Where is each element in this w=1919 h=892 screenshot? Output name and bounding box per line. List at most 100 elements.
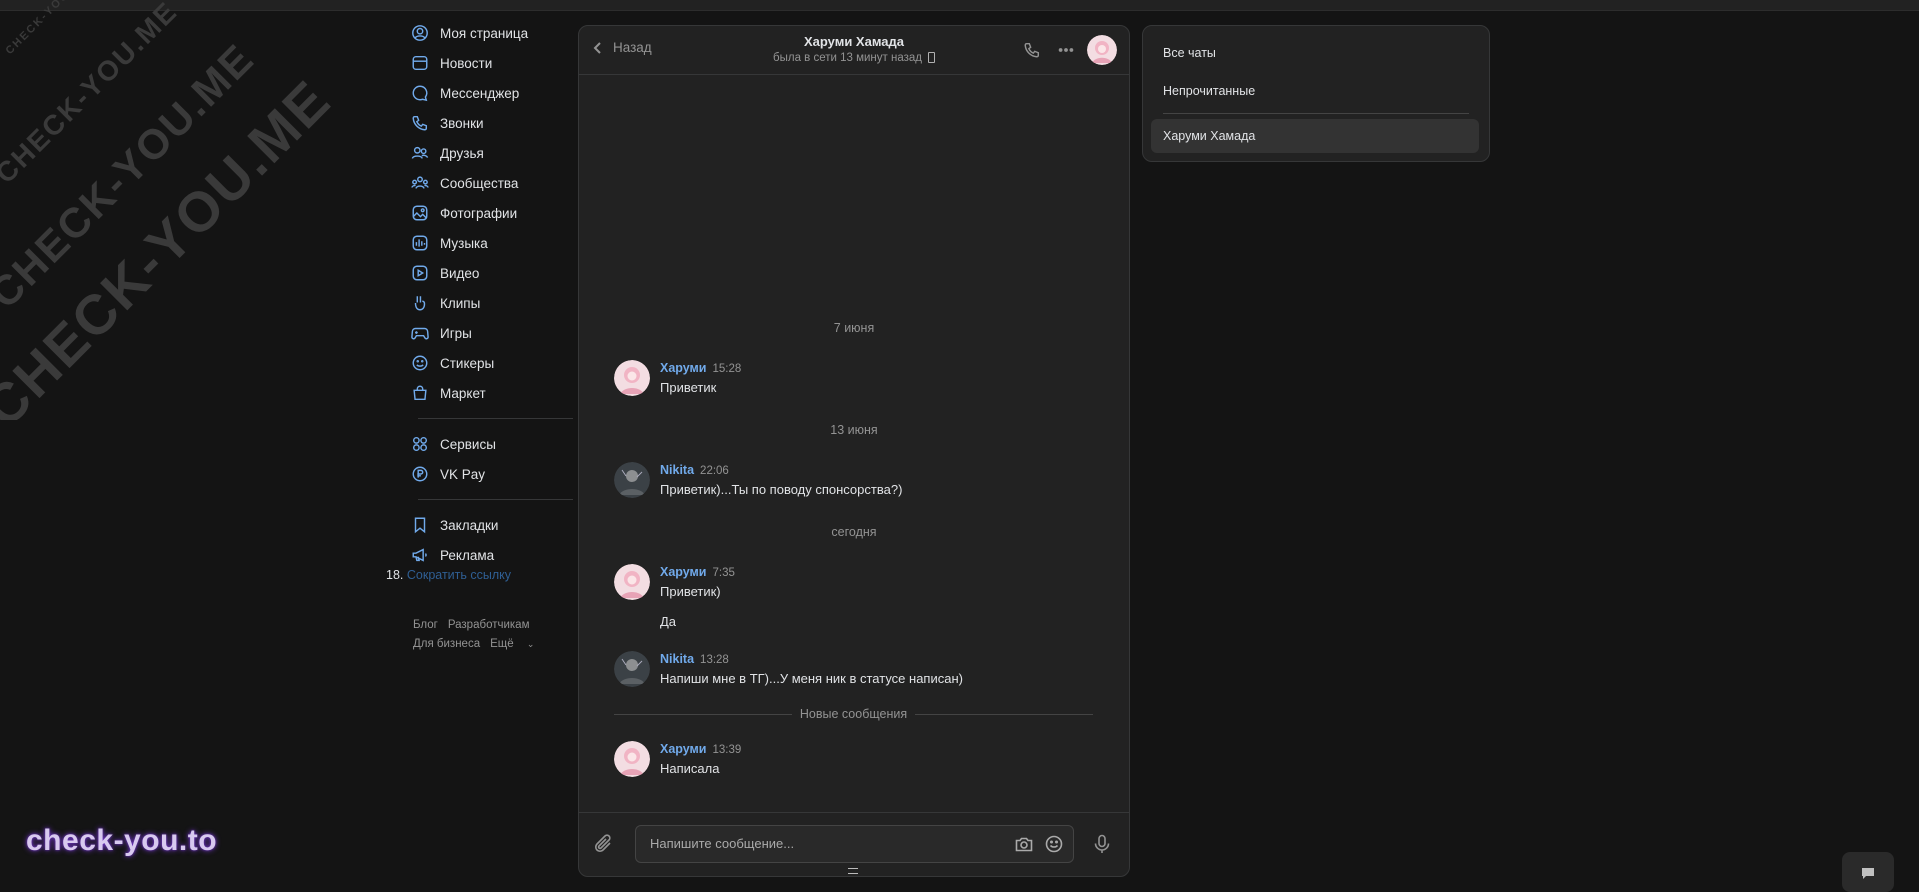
nav-bookmarks[interactable]: Закладки bbox=[410, 510, 570, 540]
top-bar bbox=[0, 0, 1919, 11]
avatar[interactable] bbox=[614, 462, 650, 498]
nav-friends[interactable]: Друзья bbox=[410, 138, 570, 168]
nav-label: Закладки bbox=[440, 517, 499, 533]
message-time: 13:39 bbox=[712, 744, 742, 756]
nav-label: Фотографии bbox=[440, 205, 518, 221]
message-author[interactable]: Харуми bbox=[660, 361, 706, 375]
message-group: Nikita 22:06 Приветик)...Ты по поводу спо… bbox=[614, 462, 1099, 498]
nav-label: Новости bbox=[440, 55, 493, 71]
news-icon bbox=[410, 53, 430, 73]
attach-button[interactable] bbox=[593, 833, 615, 858]
nav-messenger[interactable]: Мессенджер bbox=[410, 78, 570, 108]
shortlink-link[interactable]: Сократить ссылку bbox=[407, 568, 511, 582]
ruble-icon bbox=[410, 464, 430, 484]
avatar[interactable] bbox=[614, 564, 650, 600]
nav-photos[interactable]: Фотографии bbox=[410, 198, 570, 228]
watermark-text-4: CHECK-YOU.ME bbox=[0, 67, 343, 420]
message-author[interactable]: Харуми bbox=[660, 742, 706, 756]
nav-label: Друзья bbox=[440, 145, 484, 161]
nav-vkpay[interactable]: VK Pay bbox=[410, 459, 570, 489]
message-author[interactable]: Nikita bbox=[660, 463, 694, 477]
nav-label: Реклама bbox=[440, 547, 495, 563]
separator-line bbox=[915, 713, 1094, 715]
folder-peer-chat[interactable]: Харуми Хамада bbox=[1151, 119, 1479, 153]
folder-all-chats[interactable]: Все чаты bbox=[1151, 36, 1479, 70]
nav-stickers[interactable]: Стикеры bbox=[410, 348, 570, 378]
message-author[interactable]: Nikita bbox=[660, 652, 694, 666]
date-separator: 13 июня bbox=[830, 423, 878, 437]
smile-icon bbox=[1045, 835, 1063, 853]
peer-avatar[interactable] bbox=[1087, 35, 1117, 65]
chevron-down-icon: ⌄ bbox=[526, 639, 535, 649]
microphone-icon bbox=[1094, 834, 1110, 853]
nav-label: Игры bbox=[440, 325, 472, 341]
chat-folders-panel: Все чаты Непрочитанные Харуми Хамада bbox=[1142, 25, 1490, 162]
smile-icon bbox=[410, 353, 430, 373]
nav-label: Видео bbox=[440, 265, 480, 281]
avatar[interactable] bbox=[614, 360, 650, 396]
footer-developers-link[interactable]: Разработчикам bbox=[448, 619, 530, 631]
message-text: Приветик) bbox=[660, 584, 721, 599]
gamepad-icon bbox=[410, 323, 430, 343]
camera-button[interactable] bbox=[1013, 833, 1035, 855]
avatar[interactable] bbox=[614, 651, 650, 687]
nav-video[interactable]: Видео bbox=[410, 258, 570, 288]
nav-news[interactable]: Новости bbox=[410, 48, 570, 78]
more-button[interactable] bbox=[1049, 34, 1083, 66]
nav-calls[interactable]: Звонки bbox=[410, 108, 570, 138]
nav-my-page[interactable]: Моя страница bbox=[410, 18, 570, 48]
nav-games[interactable]: Игры bbox=[410, 318, 570, 348]
phone-icon bbox=[1024, 42, 1040, 58]
message-input-box bbox=[635, 825, 1074, 863]
footer-more-link[interactable]: Ещё ⌄ bbox=[490, 638, 544, 650]
folder-unread[interactable]: Непрочитанные bbox=[1151, 74, 1479, 108]
message-list: 7 июня Харуми 15:28 Приветик 13 июня Niki… bbox=[579, 75, 1129, 813]
nav-label: Сообщества bbox=[440, 175, 519, 191]
nav-ads[interactable]: Реклама bbox=[410, 540, 570, 570]
call-button[interactable] bbox=[1015, 34, 1049, 66]
nav-clips[interactable]: Клипы bbox=[410, 288, 570, 318]
message-icon bbox=[410, 83, 430, 103]
folder-divider bbox=[1163, 113, 1469, 114]
nav-label: Музыка bbox=[440, 235, 488, 251]
more-dots-icon bbox=[1058, 48, 1074, 52]
message-time: 13:28 bbox=[700, 654, 729, 666]
new-messages-label: Новые сообщения bbox=[799, 707, 908, 721]
footer-links: Блог Разработчикам Для бизнеса Ещё ⌄ bbox=[413, 616, 573, 654]
nav-divider bbox=[418, 499, 573, 500]
clips-icon bbox=[410, 293, 430, 313]
emoji-button[interactable] bbox=[1043, 833, 1065, 855]
footer-blog-link[interactable]: Блог bbox=[413, 619, 438, 631]
nav-services[interactable]: Сервисы bbox=[410, 429, 570, 459]
video-icon bbox=[410, 263, 430, 283]
chat-help-button[interactable] bbox=[1842, 852, 1894, 892]
message-group: Харуми 13:39 Написала bbox=[614, 741, 1099, 777]
nav-label: Моя страница bbox=[440, 25, 529, 41]
nav-label: Стикеры bbox=[440, 355, 495, 371]
watermark: CHECK-YOU.ME CHECK-YOU.ME CHECK-YOU.ME C… bbox=[0, 0, 420, 420]
voice-button[interactable] bbox=[1091, 833, 1113, 858]
nav-communities[interactable]: Сообщества bbox=[410, 168, 570, 198]
header-actions bbox=[1015, 34, 1117, 66]
mobile-icon bbox=[927, 52, 935, 64]
communities-icon bbox=[410, 173, 430, 193]
nav-market[interactable]: Маркет bbox=[410, 378, 570, 408]
nav-music[interactable]: Музыка bbox=[410, 228, 570, 258]
left-nav: Моя страница Новости Мессенджер Звонки Д… bbox=[410, 18, 573, 570]
nav-label: Звонки bbox=[440, 115, 484, 131]
message-input[interactable] bbox=[648, 835, 982, 852]
watermark-text-2: CHECK-YOU.ME bbox=[0, 0, 184, 190]
brand-watermark: check-you.to bbox=[26, 824, 218, 857]
message-text: Написала bbox=[660, 761, 720, 776]
chat-bubble-icon bbox=[1862, 868, 1874, 879]
message-text: Да bbox=[660, 614, 677, 629]
resize-handle[interactable] bbox=[848, 868, 858, 874]
footer-more-label: Ещё bbox=[490, 638, 514, 650]
footer-business-link[interactable]: Для бизнеса bbox=[413, 638, 480, 650]
avatar[interactable] bbox=[614, 741, 650, 777]
watermark-text-3: CHECK-YOU.ME bbox=[0, 34, 263, 318]
message-author[interactable]: Харуми bbox=[660, 565, 706, 579]
peer-status-text: была в сети 13 минут назад bbox=[773, 52, 922, 64]
friends-icon bbox=[410, 143, 430, 163]
chat-header: Назад Харуми Хамада была в сети 13 минут… bbox=[579, 26, 1129, 75]
